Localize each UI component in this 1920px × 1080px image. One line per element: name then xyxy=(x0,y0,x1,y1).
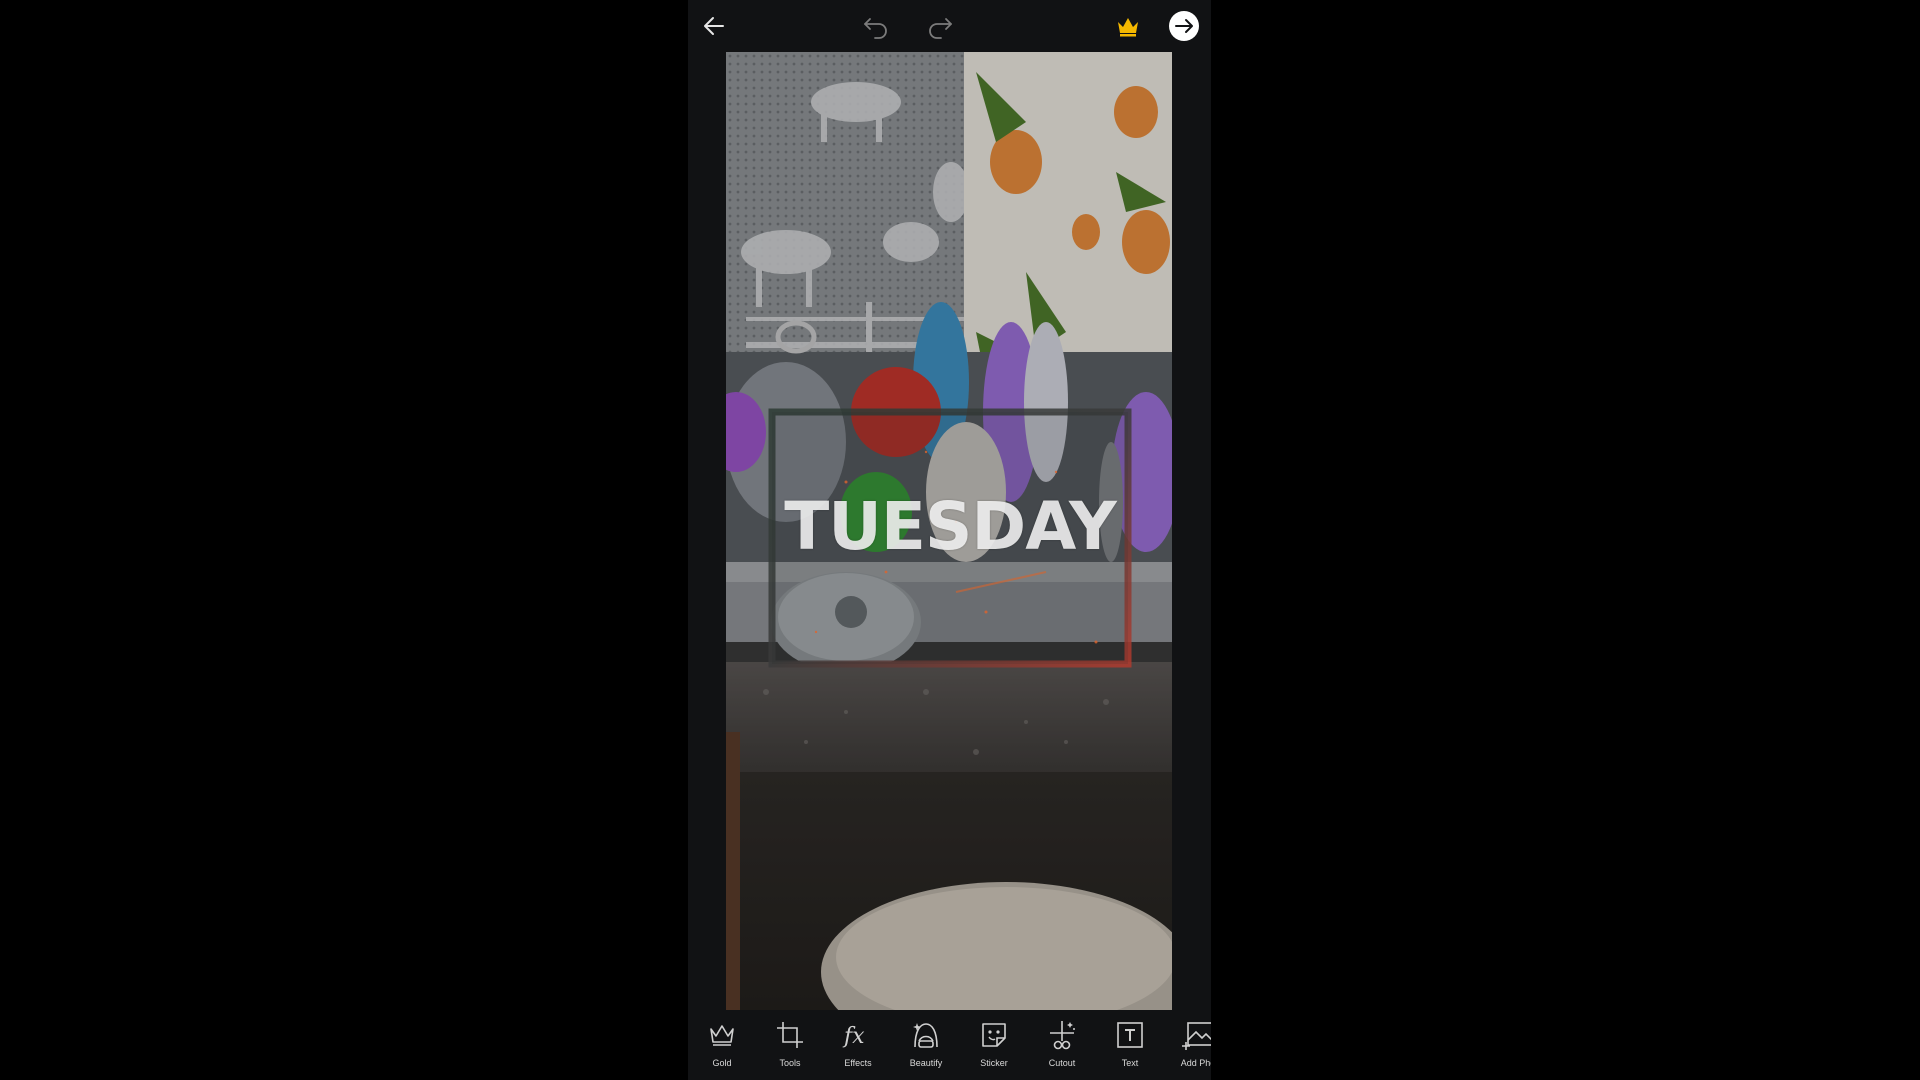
bottom-toolbar: Gold Tools fx Effects Beautify Sticker C… xyxy=(688,1010,1211,1080)
sticker-icon xyxy=(977,1018,1011,1052)
tool-text[interactable]: Text xyxy=(1098,1018,1162,1078)
tool-sticker[interactable]: Sticker xyxy=(962,1018,1026,1078)
tool-label: Add Pho xyxy=(1180,1058,1211,1068)
crop-icon xyxy=(773,1018,807,1052)
tool-add-photo[interactable]: Add Pho xyxy=(1166,1018,1211,1078)
tool-label: Gold xyxy=(712,1058,732,1068)
tool-effects[interactable]: fx Effects xyxy=(826,1018,890,1078)
tool-gold[interactable]: Gold xyxy=(690,1018,754,1078)
tool-label: Text xyxy=(1121,1058,1139,1068)
tool-label: Cutout xyxy=(1048,1058,1076,1068)
arrow-right-circle-icon xyxy=(1169,11,1199,41)
top-toolbar xyxy=(688,0,1211,52)
tool-tools[interactable]: Tools xyxy=(758,1018,822,1078)
tool-beautify[interactable]: Beautify xyxy=(894,1018,958,1078)
scissors-icon xyxy=(1045,1018,1079,1052)
tool-cutout[interactable]: Cutout xyxy=(1030,1018,1094,1078)
tool-label: Sticker xyxy=(980,1058,1008,1068)
face-icon xyxy=(909,1018,943,1052)
photo-canvas[interactable]: TUESDAY xyxy=(726,52,1172,1010)
redo-icon xyxy=(929,18,952,39)
back-button[interactable] xyxy=(696,8,732,44)
undo-button[interactable] xyxy=(858,8,894,44)
redo-button[interactable] xyxy=(922,8,958,44)
tool-label: Tools xyxy=(779,1058,801,1068)
text-sticker[interactable]: TUESDAY xyxy=(770,410,1130,666)
tool-label: Beautify xyxy=(909,1058,943,1068)
tool-label: Effects xyxy=(844,1058,872,1068)
premium-button[interactable] xyxy=(1110,8,1146,44)
sticker-text: TUESDAY xyxy=(784,488,1117,565)
undo-icon xyxy=(864,18,887,39)
arrow-left-icon xyxy=(704,17,724,35)
next-button[interactable] xyxy=(1166,8,1202,44)
fx-icon: fx xyxy=(841,1018,875,1052)
add-photo-icon xyxy=(1181,1018,1211,1052)
crown-outline-icon xyxy=(705,1018,739,1052)
editor-screen: TUESDAY Gold Tools fx Effects Beautify S… xyxy=(688,0,1211,1080)
text-icon xyxy=(1113,1018,1147,1052)
svg-text:fx: fx xyxy=(842,1024,865,1049)
crown-icon xyxy=(1118,18,1138,37)
